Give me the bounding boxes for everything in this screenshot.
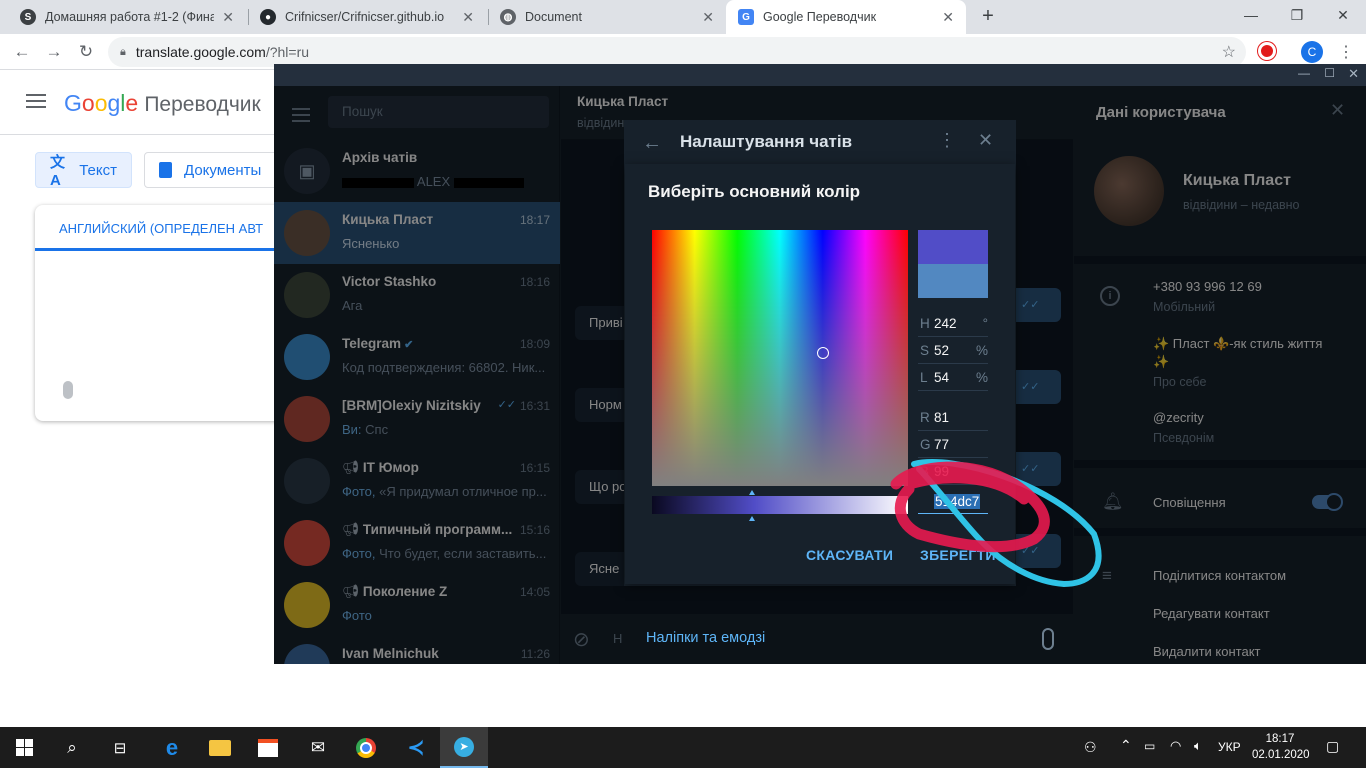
- translate-icon: 文A: [50, 154, 66, 189]
- clock[interactable]: 18:17 02.01.2020: [1252, 731, 1310, 763]
- red-scribble: [890, 461, 1050, 553]
- stickers-emoji-link[interactable]: Наліпки та емодзі: [646, 630, 765, 646]
- telegram-window: — ☐ ✕ Пошук ▣ Архів чатів ALEX Кицька Пл…: [274, 64, 1366, 664]
- documents-tab-button[interactable]: Документы: [144, 152, 284, 188]
- close-icon[interactable]: ✕: [978, 130, 993, 151]
- globe-icon: ◍: [500, 9, 516, 25]
- color-selector-handle[interactable]: [817, 347, 829, 359]
- url-host: translate.google.com: [135, 44, 266, 60]
- mail-icon[interactable]: ✉: [294, 727, 342, 768]
- edge-icon[interactable]: e: [148, 727, 196, 768]
- maximize-icon[interactable]: ❐: [1274, 0, 1320, 30]
- saturation-unit: %: [975, 343, 988, 358]
- profile-avatar[interactable]: C: [1301, 41, 1323, 63]
- old-color-swatch: [918, 264, 988, 298]
- lightness-value: 54: [934, 370, 950, 385]
- clock-time: 18:17: [1265, 733, 1295, 745]
- telegram-titlebar: — ☐ ✕: [274, 64, 1366, 86]
- opera-extension-icon[interactable]: [1258, 42, 1276, 60]
- google-translate-logo[interactable]: Google Переводчик: [64, 90, 261, 117]
- minimize-icon[interactable]: —: [1228, 0, 1274, 30]
- chevron-up-icon[interactable]: ⌃: [1120, 737, 1132, 754]
- close-window-icon[interactable]: ✕: [1320, 0, 1366, 30]
- more-icon[interactable]: ⋮: [938, 130, 956, 151]
- url-path: /?hl=ru: [265, 44, 310, 60]
- browser-tab-active[interactable]: G Google Переводчик ✕: [726, 0, 966, 34]
- google-translate-icon: G: [738, 9, 754, 25]
- github-icon: ●: [260, 9, 276, 25]
- text-tab-button[interactable]: 文A Текст: [35, 152, 132, 189]
- microphone-icon[interactable]: [63, 381, 73, 399]
- saturation-field[interactable]: S 52%: [918, 337, 988, 364]
- hue-field[interactable]: H 242 °: [918, 310, 988, 337]
- document-icon: [159, 162, 172, 178]
- saturation-value: 52: [934, 343, 950, 358]
- browser-tab[interactable]: ● Crifnicser/Crifnicser.github.io ✕: [248, 0, 486, 34]
- back-arrow-icon[interactable]: ←: [642, 132, 662, 155]
- tab-title: Crifnicser/Crifnicser.github.io: [285, 10, 445, 24]
- forward-icon[interactable]: →: [42, 40, 66, 64]
- clock-date: 02.01.2020: [1252, 749, 1310, 761]
- color-dialog-title: Виберіть основний колір: [648, 182, 861, 201]
- battery-icon[interactable]: ▭: [1144, 739, 1155, 753]
- new-tab-icon[interactable]: +: [976, 4, 1000, 28]
- minimize-icon[interactable]: —: [1298, 66, 1310, 80]
- close-icon[interactable]: ✕: [462, 9, 474, 26]
- store-icon[interactable]: [244, 727, 292, 768]
- color-gradient-area[interactable]: [652, 230, 908, 486]
- active-language-underline: [35, 248, 295, 251]
- hue-unit: °: [982, 316, 988, 331]
- settings-title: Налаштування чатів: [680, 132, 853, 151]
- lightness-slider[interactable]: [652, 496, 908, 514]
- new-color-swatch: [918, 230, 988, 264]
- microphone-icon[interactable]: [1042, 628, 1054, 650]
- hue-value: 242: [934, 316, 957, 331]
- browser-tab[interactable]: S Домашняя работа #1-2 (Финаль ✕: [8, 0, 246, 34]
- tab-title: Домашняя работа #1-2 (Финаль: [45, 10, 215, 24]
- hamburger-menu-icon[interactable]: [26, 94, 46, 108]
- hand-drawn-annotation: [890, 459, 1102, 588]
- windows-start-icon[interactable]: [0, 727, 48, 768]
- address-bar[interactable]: 🔒︎ translate.google.com/?hl=ru ☆: [108, 37, 1246, 67]
- task-view-icon[interactable]: ⊟: [96, 727, 144, 768]
- profile-initial: C: [1307, 45, 1317, 59]
- source-text-card: АНГЛИЙСКИЙ (ОПРЕДЕЛЕН АВТ: [35, 205, 295, 421]
- maximize-icon[interactable]: ☐: [1324, 66, 1335, 80]
- bookmark-star-icon[interactable]: ☆: [1222, 42, 1236, 62]
- windows-taskbar: ⌕ ⊟ e ✉ ≺ ➤ ⚇ ⌃ ▭ ◠ 🔈︎ УКР 18:17 02.01.2…: [0, 727, 1366, 768]
- documents-tab-label: Документы: [184, 161, 262, 179]
- volume-icon[interactable]: 🔈︎: [1194, 738, 1202, 754]
- chrome-icon[interactable]: [342, 727, 390, 768]
- red-value: 81: [934, 410, 950, 425]
- google-wordmark: Google: [64, 90, 139, 116]
- red-field[interactable]: R 81: [918, 404, 988, 431]
- back-icon[interactable]: ←: [10, 40, 34, 64]
- close-icon[interactable]: ✕: [702, 9, 714, 26]
- menu-kebab-icon[interactable]: ⋮: [1338, 42, 1354, 62]
- browser-tab-strip: S Домашняя работа #1-2 (Финаль ✕ ● Crifn…: [0, 0, 1366, 34]
- browser-tab[interactable]: ◍ Document ✕: [488, 0, 726, 34]
- explorer-icon[interactable]: [196, 727, 244, 768]
- close-icon[interactable]: ✕: [942, 9, 954, 26]
- lightness-field[interactable]: L 54%: [918, 364, 988, 391]
- tab-title: Google Переводчик: [763, 10, 877, 24]
- text-tab-label: Текст: [79, 161, 117, 179]
- slider-marker-bottom: [652, 516, 908, 521]
- close-icon[interactable]: ✕: [1348, 66, 1359, 82]
- source-language-tab[interactable]: АНГЛИЙСКИЙ (ОПРЕДЕЛЕН АВТ: [59, 221, 263, 236]
- search-icon[interactable]: ⌕: [48, 727, 96, 768]
- translate-wordmark: Переводчик: [144, 93, 261, 116]
- notification-center-icon[interactable]: ▢: [1326, 738, 1339, 755]
- input-language[interactable]: УКР: [1218, 740, 1241, 754]
- people-icon[interactable]: ⚇: [1084, 739, 1097, 756]
- reload-icon[interactable]: ↻: [74, 40, 98, 64]
- telegram-icon[interactable]: ➤: [440, 727, 488, 768]
- s-icon: S: [20, 9, 36, 25]
- tab-title: Document: [525, 10, 582, 24]
- vscode-icon[interactable]: ≺: [392, 727, 440, 768]
- wifi-icon[interactable]: ◠: [1170, 738, 1181, 754]
- close-icon[interactable]: ✕: [222, 9, 234, 26]
- lock-icon: 🔒︎: [120, 45, 126, 58]
- lightness-unit: %: [975, 370, 988, 385]
